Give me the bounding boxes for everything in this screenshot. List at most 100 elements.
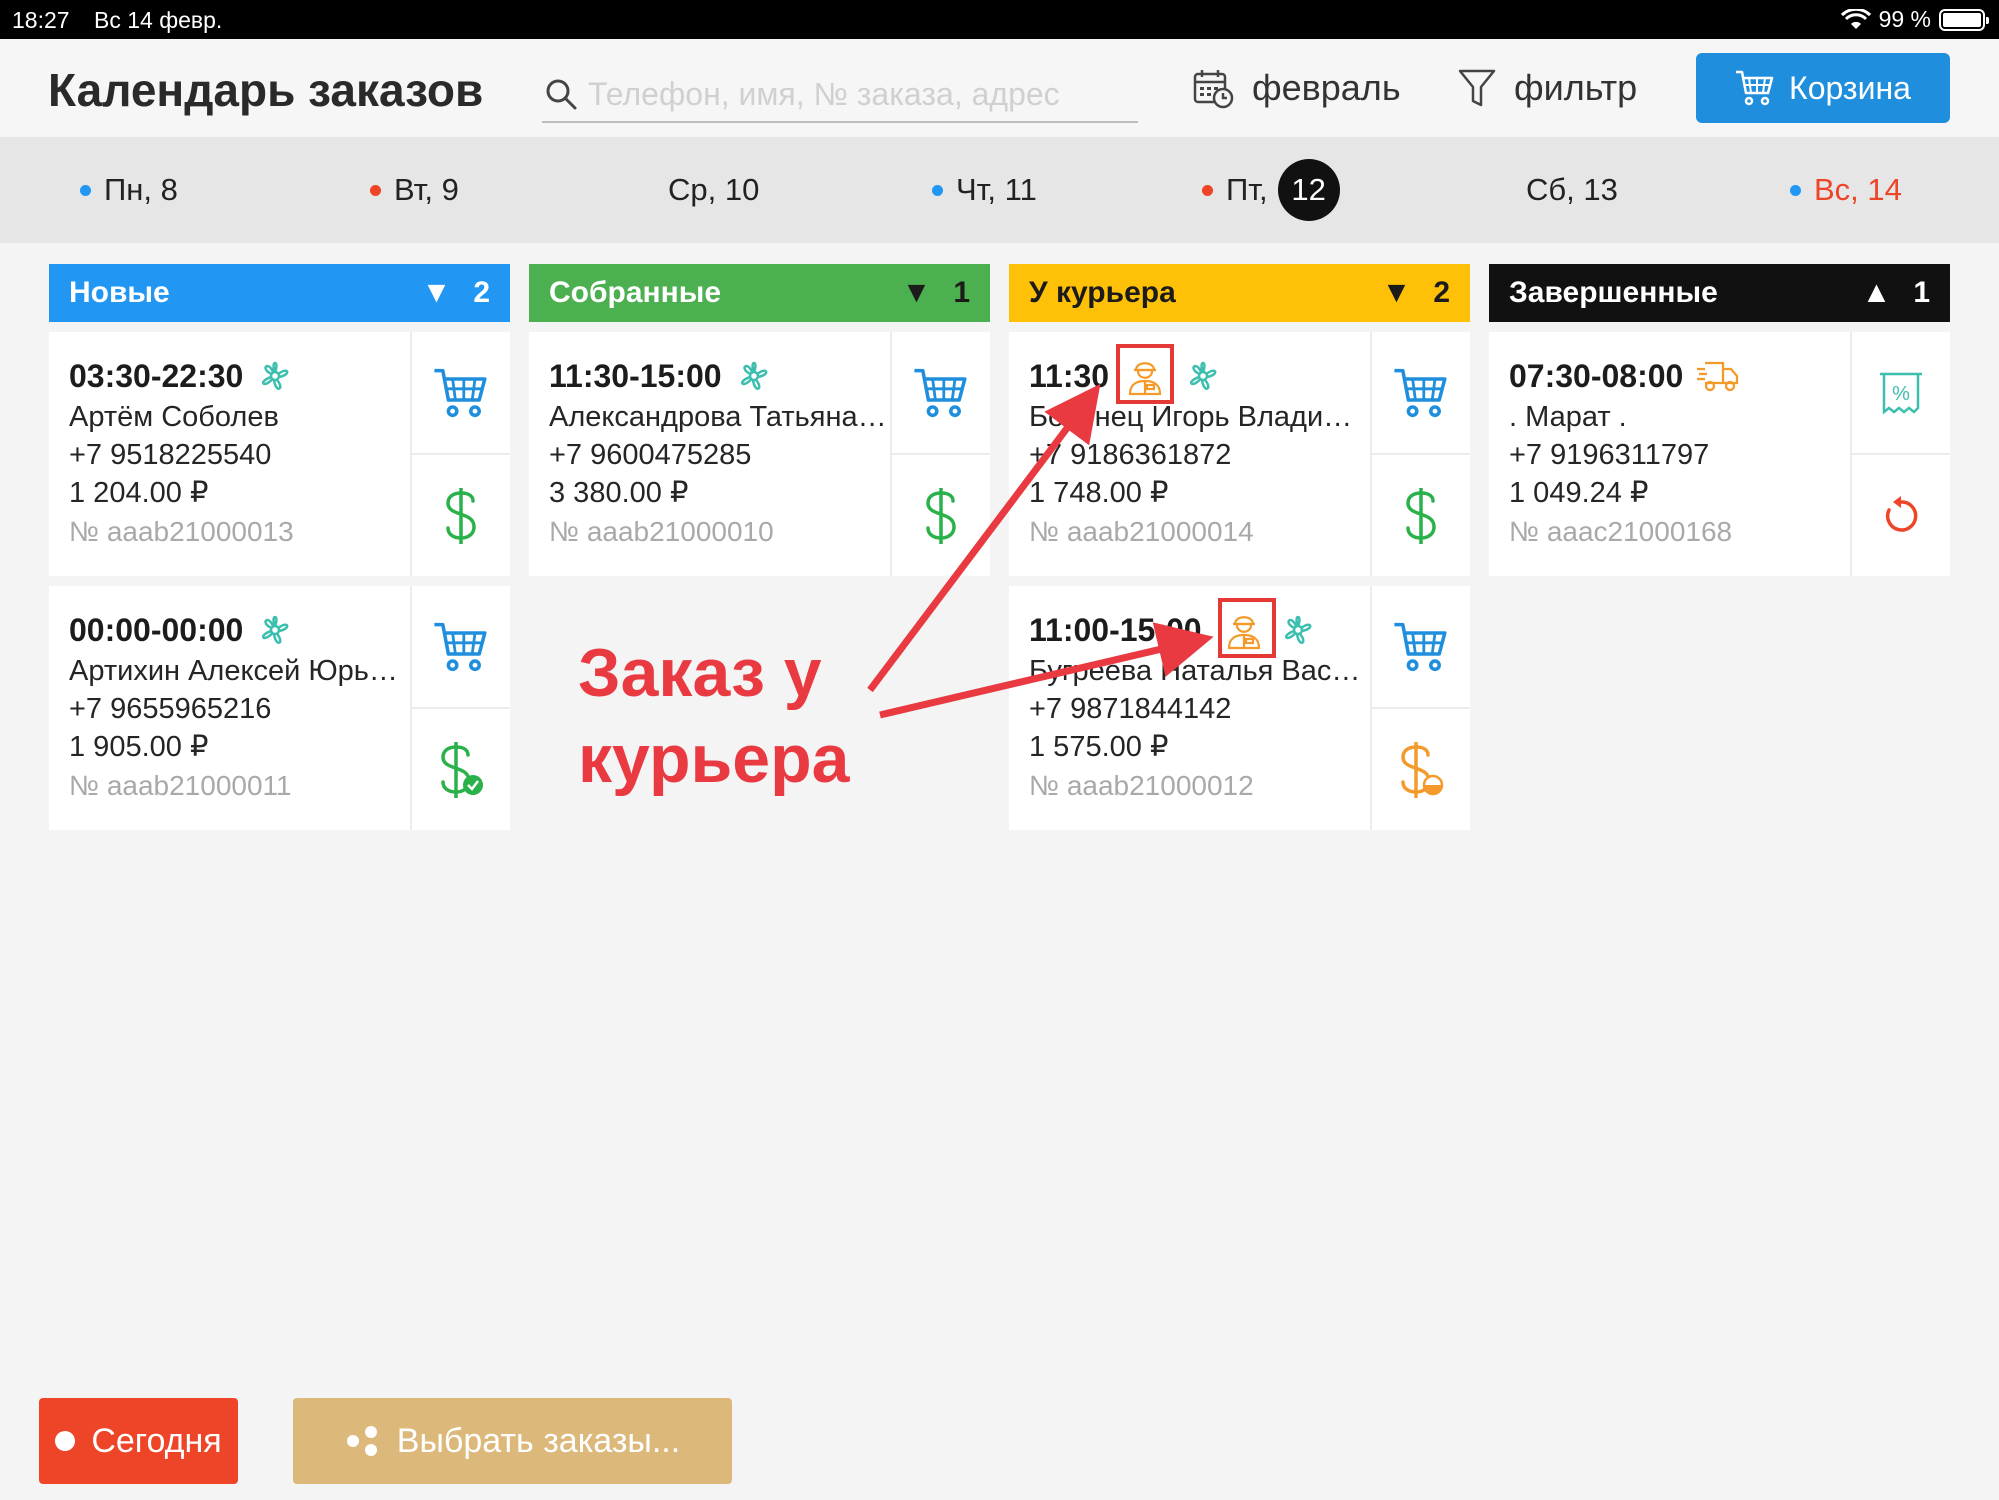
order-number: № aaab21000012 <box>1029 770 1254 801</box>
cart-button[interactable]: Корзина <box>1696 53 1950 123</box>
dollar-pending-icon <box>1401 741 1444 798</box>
customer-name: Александрова Татьяна Николаевна <box>549 401 889 433</box>
payment-action-button[interactable] <box>892 455 990 576</box>
order-card[interactable]: 03:30-22:30 Артём Соболев +7 9518225540 … <box>49 332 510 576</box>
day-sat[interactable]: Сб, 13 <box>1526 137 1618 243</box>
order-card[interactable]: 07:30-08:00 . Марат . +7 9196311797 1 04… <box>1489 332 1950 576</box>
sort-arrow-icon[interactable]: ▼ <box>422 276 452 310</box>
sort-arrow-icon[interactable]: ▼ <box>1382 276 1412 310</box>
payment-action-button[interactable] <box>1372 455 1470 576</box>
dots-cluster-icon <box>346 1426 377 1456</box>
order-info[interactable]: 03:30-22:30 Артём Соболев +7 9518225540 … <box>49 332 412 576</box>
customer-name: . Марат . <box>1509 401 1627 433</box>
annotation-line: Заказ у <box>578 635 822 711</box>
search-icon <box>546 79 577 110</box>
refund-action-button[interactable] <box>1852 455 1950 576</box>
column-header[interactable]: Завершенные ▲ 1 <box>1489 264 1950 322</box>
select-orders-button[interactable]: Выбрать заказы... <box>293 1398 732 1484</box>
day-dot <box>1202 184 1213 196</box>
day-sun[interactable]: Вс, 14 <box>1790 137 1902 243</box>
order-time: 11:30 <box>1029 357 1110 394</box>
customer-phone: +7 9600475285 <box>549 439 752 471</box>
order-number: № aaac21000168 <box>1509 516 1733 547</box>
today-button[interactable]: Сегодня <box>39 1398 238 1484</box>
day-label: Сб, 13 <box>1526 172 1618 207</box>
order-info[interactable]: 07:30-08:00 . Марат . +7 9196311797 1 04… <box>1489 332 1852 576</box>
cart-icon <box>1736 70 1774 106</box>
status-date: Вс 14 февр. <box>94 7 223 33</box>
order-number: № aaab21000014 <box>1029 516 1254 547</box>
battery-percent: 99 % <box>1878 6 1931 32</box>
cart-icon <box>1394 622 1447 671</box>
filter-button[interactable]: фильтр <box>1458 67 1637 109</box>
sort-arrow-icon[interactable]: ▼ <box>902 276 932 310</box>
dollar-icon <box>446 487 476 544</box>
order-info[interactable]: 11:30 Бобунец Игорь Владимирович +7 9186… <box>1009 332 1372 576</box>
order-card[interactable]: 11:00-15:00 Бугреева Наталья Васильевна … <box>1009 586 1470 830</box>
cart-action-button[interactable] <box>1372 332 1470 455</box>
order-time: 07:30-08:00 <box>1509 357 1684 394</box>
receipt-action-button[interactable]: % <box>1852 332 1950 455</box>
customer-name: Артём Соболев <box>69 401 279 433</box>
flower-icon <box>262 615 289 644</box>
filter-label: фильтр <box>1514 67 1638 108</box>
filter-icon <box>1458 69 1496 107</box>
cart-action-button[interactable] <box>412 332 510 455</box>
column-header[interactable]: У курьера ▼ 2 <box>1009 264 1470 322</box>
day-wed[interactable]: Ср, 10 <box>668 137 759 243</box>
calendar-icon <box>1193 70 1234 109</box>
order-card[interactable]: 00:00-00:00 Артихин Алексей Юрьевич +7 9… <box>49 586 510 830</box>
order-sum: 1 204.00 ₽ <box>69 477 209 509</box>
order-info[interactable]: 00:00-00:00 Артихин Алексей Юрьевич +7 9… <box>49 586 412 830</box>
order-info[interactable]: 11:00-15:00 Бугреева Наталья Васильевна … <box>1009 586 1372 830</box>
day-tue[interactable]: Вт, 9 <box>370 137 459 243</box>
month-label: февраль <box>1252 67 1401 108</box>
wifi-icon <box>1840 8 1871 29</box>
order-time: 00:00-00:00 <box>69 611 244 648</box>
payment-action-button[interactable] <box>1372 709 1470 830</box>
cart-icon <box>914 368 967 417</box>
column-count: 1 <box>953 276 970 309</box>
month-picker-button[interactable]: февраль <box>1192 67 1401 109</box>
day-label: Пт, <box>1226 172 1268 207</box>
order-sum: 1 905.00 ₽ <box>69 731 209 763</box>
highlight-box <box>1218 598 1276 658</box>
refresh-icon <box>1885 495 1918 532</box>
column-header[interactable]: Новые ▼ 2 <box>49 264 510 322</box>
order-number: № aaab21000010 <box>549 516 774 547</box>
page-title: Календарь заказов <box>48 64 484 116</box>
day-fri[interactable]: Пт, 12 <box>1202 137 1340 243</box>
column-header[interactable]: Собранные ▼ 1 <box>529 264 990 322</box>
battery-icon <box>1939 8 1989 31</box>
day-mon[interactable]: Пн, 8 <box>80 137 178 243</box>
customer-phone: +7 9871844142 <box>1029 693 1232 725</box>
status-right: 99 % <box>1840 6 1989 33</box>
day-label: Вс, 14 <box>1814 172 1902 207</box>
selected-day-badge: 12 <box>1277 159 1340 221</box>
customer-name: Бобунец Игорь Владимирович <box>1029 401 1369 433</box>
column-title: Собранные <box>549 276 722 309</box>
order-info[interactable]: 11:30-15:00 Александрова Татьяна Николае… <box>529 332 892 576</box>
sort-arrow-icon[interactable]: ▲ <box>1862 276 1892 310</box>
order-sum: 1 575.00 ₽ <box>1029 731 1169 763</box>
cart-label: Корзина <box>1789 69 1911 106</box>
cart-action-button[interactable] <box>1372 586 1470 709</box>
payment-action-button[interactable] <box>412 455 510 576</box>
day-thu[interactable]: Чт, 11 <box>932 137 1037 243</box>
customer-name: Бугреева Наталья Васильевна <box>1029 655 1369 687</box>
customer-name: Артихин Алексей Юрьевич <box>69 655 409 687</box>
order-card[interactable]: 11:30 Бобунец Игорь Владимирович +7 9186… <box>1009 332 1470 576</box>
search-bar[interactable] <box>542 67 1138 123</box>
order-time: 11:00-15:00 <box>1029 611 1202 648</box>
order-card[interactable]: 11:30-15:00 Александрова Татьяна Николае… <box>529 332 990 576</box>
cart-action-button[interactable] <box>892 332 990 455</box>
select-orders-label: Выбрать заказы... <box>396 1421 681 1460</box>
column-count: 2 <box>473 276 490 309</box>
week-day-strip: Пн, 8 Вт, 9 Ср, 10 Чт, 11 Пт, 12 Сб, 13 В… <box>0 137 1999 243</box>
svg-text:%: % <box>1892 383 1910 405</box>
flower-icon <box>1284 615 1311 644</box>
order-number: № aaab21000013 <box>69 516 294 547</box>
cart-action-button[interactable] <box>412 586 510 709</box>
search-input[interactable] <box>588 75 1128 113</box>
payment-action-button[interactable] <box>412 709 510 830</box>
